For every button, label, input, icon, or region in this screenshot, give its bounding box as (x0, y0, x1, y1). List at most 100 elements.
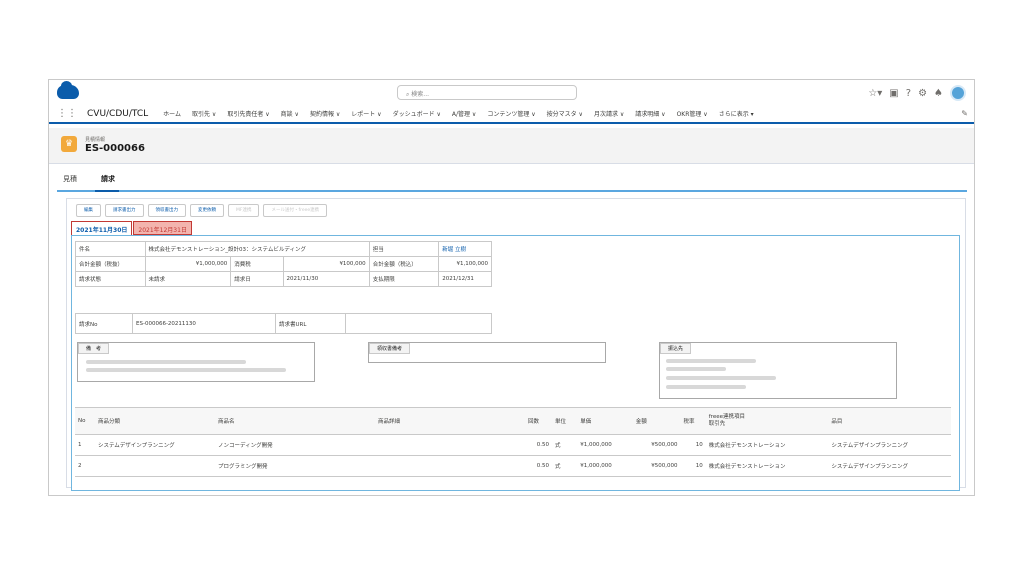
blurred-bank-line (666, 367, 726, 371)
global-header: ⌕ 検索... ☆▾ ▣ ? ⚙ ♠ (49, 80, 974, 104)
nav-opportunities[interactable]: 商談 ∨ (281, 109, 299, 118)
nav-dashboards[interactable]: ダッシュボード ∨ (393, 109, 441, 118)
blurred-note-line (86, 368, 286, 372)
row-client: 株式会社デモンストレーション (705, 455, 829, 477)
bank-label: 振込先 (660, 343, 692, 354)
notification-bell-icon[interactable]: ♠ (934, 88, 943, 99)
row-unit: 式 (552, 455, 578, 477)
col-category: 商品分類 (94, 407, 215, 435)
help-icon[interactable]: ? (906, 88, 911, 99)
row-count: 0.50 (524, 434, 552, 456)
date-tab-2021-11-30[interactable]: 2021年11月30日 (71, 221, 133, 235)
row-client: 株式会社デモンストレーション (705, 434, 829, 456)
col-unit: 単位 (552, 407, 578, 435)
row-price: ¥1,000,000 (577, 434, 633, 456)
app-launcher-icon[interactable]: ⋮⋮ (57, 108, 77, 119)
row-amount: ¥500,000 (632, 434, 681, 456)
global-search-input[interactable]: ⌕ 検索... (397, 85, 577, 100)
tax-label: 消費税 (230, 256, 284, 272)
invoice-date-tabs: 2021年11月30日 2021年12月31日 (71, 221, 192, 235)
object-label: 見積情報 (85, 137, 106, 143)
table-row: 1 システムデザインプランニング ノンコーディング開発 0.50 式 ¥1,00… (75, 434, 951, 456)
record-header: ♛ 見積情報 ES-000066 (49, 128, 974, 164)
row-amount: ¥500,000 (632, 455, 681, 477)
record-tabs: 見積 請求 (57, 172, 967, 192)
nav-more[interactable]: さらに表示 ▾ (719, 109, 754, 118)
edit-button[interactable]: 編集 (76, 204, 101, 217)
invoice-no-table: 請求No ES-000066-20211130 請求書URL (75, 313, 492, 334)
due-value: 2021/12/31 (438, 271, 492, 287)
row-product: ノンコーディング開発 (214, 434, 375, 456)
row-no: 1 (75, 434, 95, 456)
nav-a-management[interactable]: A/管理 ∨ (452, 109, 476, 118)
total-incl-label: 合計金額（税込） (368, 256, 440, 272)
nav-reports[interactable]: レポート ∨ (351, 109, 381, 118)
row-taxrate: 10 (680, 434, 706, 456)
nav-monthly-billing[interactable]: 月次請求 ∨ (594, 109, 624, 118)
status-value: 未請求 (144, 271, 232, 287)
col-no: No (75, 407, 95, 435)
receipt-output-button[interactable]: 領収書出力 (147, 204, 186, 217)
note-box: 備 考 (77, 342, 315, 382)
nav-allocation-master[interactable]: 按分マスタ ∨ (547, 109, 583, 118)
nav-content-management[interactable]: コンテンツ管理 ∨ (487, 109, 535, 118)
action-buttons: 編集 請求書出力 領収書出力 変更依頼 MF連携 メール送付・freee連携 (76, 204, 328, 217)
invoice-output-button[interactable]: 請求書出力 (105, 204, 144, 217)
row-category (94, 455, 215, 477)
setup-gear-icon[interactable]: ⚙ (918, 88, 927, 99)
crown-icon: ♛ (61, 136, 77, 152)
user-avatar[interactable] (950, 85, 966, 101)
owner-link[interactable]: 新堀 立樹 (438, 241, 492, 257)
invoice-items-table: No 商品分類 商品名 商品詳細 回数 単位 単価 金額 税率 freee連携項… (75, 407, 951, 477)
col-amount: 金額 (632, 407, 681, 435)
total-excl-label: 合計金額（税抜） (75, 256, 146, 272)
items-header-row: No 商品分類 商品名 商品詳細 回数 単位 単価 金額 税率 freee連携項… (75, 407, 951, 435)
row-price: ¥1,000,000 (577, 455, 633, 477)
invoice-url-label: 請求書URL (275, 313, 346, 334)
add-icon[interactable]: ▣ (889, 88, 898, 99)
nav-contracts[interactable]: 契約情報 ∨ (310, 109, 340, 118)
invoice-no-label: 請求No (75, 313, 133, 334)
favorites-icon[interactable]: ☆▾ (868, 88, 882, 99)
tab-invoice[interactable]: 請求 (95, 172, 119, 192)
nav-billing-details[interactable]: 請求明細 ∨ (635, 109, 665, 118)
col-item: 品目 (828, 407, 951, 435)
col-count: 回数 (524, 407, 552, 435)
edit-nav-pencil-icon[interactable]: ✎ (961, 109, 968, 118)
mf-link-button[interactable]: MF連携 (228, 204, 260, 217)
row-detail (374, 455, 525, 477)
col-taxrate: 税率 (680, 407, 706, 435)
nav-contacts[interactable]: 取引先責任者 ∨ (227, 109, 269, 118)
receipt-note-label: 領収書備考 (369, 343, 411, 354)
tab-quote[interactable]: 見積 (57, 172, 81, 190)
row-item: システムデザインプランニング (828, 455, 951, 477)
salesforce-logo[interactable] (57, 81, 79, 99)
row-count: 0.50 (524, 455, 552, 477)
status-label: 請求状態 (75, 271, 146, 287)
navigation-items: ホーム 取引先 ∨ 取引先責任者 ∨ 商談 ∨ 契約情報 ∨ レポート ∨ ダッ… (163, 109, 753, 118)
subject-value: 株式会社デモンストレーション_設計03：システムビルディング (144, 241, 370, 257)
total-excl-value: ¥1,000,000 (144, 256, 232, 272)
row-detail (374, 434, 525, 456)
col-product: 商品名 (214, 407, 375, 435)
due-label: 支払期限 (368, 271, 440, 287)
nav-home[interactable]: ホーム (163, 109, 181, 118)
col-freee: freee連携項目 取引先 (705, 407, 829, 435)
global-actions: ☆▾ ▣ ? ⚙ ♠ (868, 85, 966, 101)
change-request-button[interactable]: 変更依頼 (190, 204, 224, 217)
blurred-bank-line (666, 385, 746, 389)
row-item: システムデザインプランニング (828, 434, 951, 456)
blurred-bank-line (666, 359, 756, 363)
col-detail: 商品詳細 (374, 407, 525, 435)
invoice-no-value: ES-000066-20211130 (132, 313, 276, 334)
mail-freee-button[interactable]: メール送付・freee連携 (263, 204, 328, 217)
nav-okr-management[interactable]: OKR管理 ∨ (677, 109, 708, 118)
invoice-url-value[interactable] (345, 313, 492, 334)
date-tab-2021-12-31[interactable]: 2021年12月31日 (133, 221, 192, 235)
bank-box: 振込先 (659, 342, 897, 399)
record-name: ES-000066 (85, 143, 145, 154)
search-icon: ⌕ (406, 91, 410, 98)
nav-accounts[interactable]: 取引先 ∨ (192, 109, 216, 118)
row-no: 2 (75, 455, 95, 477)
col-price: 単価 (577, 407, 633, 435)
